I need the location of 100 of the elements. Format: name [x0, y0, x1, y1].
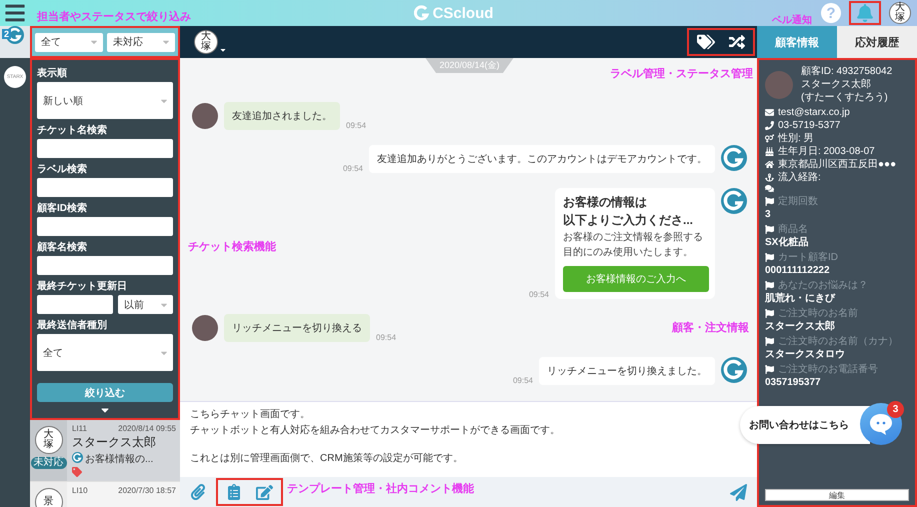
card-title: お客様の情報は — [563, 194, 648, 211]
photo-placeholder — [192, 103, 218, 129]
field-label: ラベル検索 — [37, 163, 88, 176]
field-label: 最終チケット更新日 — [37, 280, 128, 293]
flag-icon — [765, 253, 774, 262]
gender-icon — [765, 134, 774, 143]
tags-icon[interactable] — [697, 33, 715, 51]
input-field[interactable] — [37, 139, 173, 158]
flag-icon — [765, 197, 774, 206]
message-time: 09:54 — [528, 290, 549, 299]
dropdown[interactable]: 以前 — [118, 295, 173, 314]
field-value: 000111112222 — [765, 264, 831, 277]
photo-placeholder — [192, 315, 218, 341]
message-bubble: リッチメニューを切り換える — [224, 314, 370, 342]
shuffle-icon[interactable] — [729, 34, 745, 50]
customer-id: 顧客ID: 4932758042 — [801, 65, 892, 78]
ticket-item[interactable]: 景 LI10 2020/7/30 18:57 — [30, 482, 180, 507]
flag-icon — [765, 225, 774, 234]
ticket-item[interactable]: 大塚 未対応 LI11 2020/8/14 09:55 スタークス太郎 お客様情報の... — [30, 420, 180, 482]
dropdown[interactable]: 全て — [37, 334, 173, 371]
field-label: 顧客ID検索 — [37, 202, 88, 215]
contact-widget[interactable]: お問い合わせはこちら — [740, 406, 870, 444]
annotation-label: 担当者やステータスで絞り込み — [37, 10, 191, 24]
message-time: 09:54 — [346, 121, 366, 130]
count-badge: 2 — [2, 29, 12, 39]
field-value: スタークス太郎 — [765, 320, 836, 333]
ticket-id: LI11 — [72, 424, 87, 433]
field-label: ご注文時のお名前（カナ） — [778, 335, 898, 348]
caret-icon[interactable] — [219, 46, 227, 54]
paperclip-icon[interactable] — [190, 484, 206, 500]
photo-placeholder — [765, 70, 793, 98]
field-value: スタークスタロウ — [765, 348, 846, 361]
user-avatar[interactable]: 大塚 — [889, 2, 911, 24]
field-label: 顧客名検索 — [37, 241, 88, 254]
bot-icon — [72, 452, 83, 463]
contact-text: 生年月日: 2003-08-07 — [778, 145, 875, 158]
annotation-label: ベル通知 — [772, 14, 812, 27]
dropdown[interactable]: 新しい順 — [37, 82, 173, 119]
chat-face-icon — [869, 413, 893, 435]
customer-name: スタークス太郎 — [801, 78, 872, 91]
menu-icon[interactable] — [4, 2, 26, 24]
field-value: 0357195377 — [765, 376, 822, 389]
field-label: あなたのお悩みは？ — [778, 279, 868, 292]
message-bubble: 友達追加されました。 — [224, 102, 340, 130]
field-label: ご注文時のお名前 — [778, 307, 858, 320]
app-logo: CScloud — [414, 4, 494, 22]
annotation-label: 顧客・注文情報 — [672, 320, 749, 335]
agent-avatar[interactable]: 大塚 — [194, 30, 218, 54]
status-dropdown[interactable]: 未対応 — [107, 32, 175, 52]
envelope-icon — [765, 108, 774, 117]
ticket-time: 2020/7/30 18:57 — [118, 486, 176, 495]
bot-avatar-icon — [721, 188, 747, 214]
assignee-dropdown[interactable]: 全て — [35, 32, 103, 52]
card-text: お客様のご注文情報を参照する目的にのみ使用いたします。 — [563, 230, 704, 260]
annotation-label: チケット検索機能 — [188, 240, 276, 254]
status-badge: 未対応 — [30, 457, 66, 469]
field-value: SX化粧品 — [765, 236, 810, 249]
card-title: 以下よりご入力くださ... — [563, 212, 694, 229]
message-preview: お客様情報の... — [85, 452, 154, 466]
phone-icon — [765, 121, 774, 130]
message-time: 09:54 — [342, 164, 363, 173]
annotation-label: ラベル管理・ステータス管理 — [610, 67, 753, 81]
input-text: チャットボットと有人対応を組み合わせてカスタマーサポートができる画面です。 — [190, 424, 561, 438]
field-label: チケット名検索 — [37, 124, 108, 137]
house-icon — [765, 160, 774, 169]
edit-icon[interactable] — [256, 484, 273, 500]
customer-kana: (すたーくすたろう) — [801, 91, 889, 104]
message-time: 09:54 — [512, 376, 533, 385]
notification-button[interactable] — [849, 1, 881, 25]
logo-icon — [414, 5, 430, 21]
rail-item[interactable]: 2 — [0, 26, 30, 58]
send-icon[interactable] — [730, 484, 747, 500]
field-label: カート顧客ID — [778, 251, 838, 264]
date-field[interactable] — [37, 295, 113, 314]
input-field[interactable] — [37, 256, 173, 275]
flag-icon — [765, 365, 774, 374]
clipboard-icon[interactable] — [226, 484, 242, 500]
chat-bubbles-icon — [765, 184, 774, 193]
agent-avatar: 景 — [34, 488, 62, 507]
flag-icon — [765, 337, 774, 346]
contact-text: 性別: 男 — [778, 132, 814, 145]
bell-icon — [856, 4, 874, 22]
edit-button[interactable]: 編集 — [765, 489, 909, 501]
input-field[interactable] — [37, 217, 173, 236]
field-value: 3 — [765, 208, 772, 221]
anchor-icon — [765, 173, 774, 182]
tab[interactable]: 応対履歴 — [837, 26, 917, 58]
agent-avatar: 大塚 — [34, 426, 62, 454]
input-field[interactable] — [37, 178, 173, 197]
field-label: 最終送信者種別 — [37, 319, 108, 332]
field-label: 定期回数 — [778, 195, 818, 208]
ticket-time: 2020/8/14 09:55 — [118, 424, 176, 433]
input-text: これとは別に管理画面側で、CRM施策等の設定が可能です。 — [190, 452, 464, 466]
field-label: 表示順 — [37, 67, 68, 80]
message-time: 09:54 — [376, 333, 396, 342]
message-bubble: 友達追加ありがとうございます。このアカウントはデモアカウントです。 — [369, 145, 715, 173]
input-text: こちらチャット画面です。 — [190, 408, 311, 422]
ticket-id: LI10 — [72, 486, 88, 495]
message-bubble: リッチメニューを切り換えました。 — [539, 357, 715, 385]
bot-avatar-icon — [721, 145, 747, 171]
